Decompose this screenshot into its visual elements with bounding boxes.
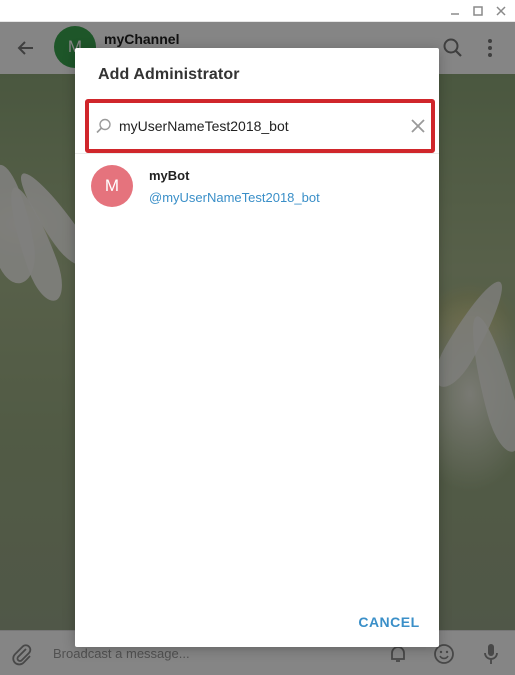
search-icon	[95, 117, 113, 135]
close-icon[interactable]	[490, 0, 512, 22]
result-username: @myUserNameTest2018_bot	[149, 190, 320, 205]
window-titlebar	[0, 0, 515, 22]
avatar: M	[91, 165, 133, 207]
cancel-button[interactable]: CANCEL	[354, 610, 424, 634]
result-name: myBot	[149, 168, 190, 183]
dialog-title: Add Administrator	[98, 66, 240, 83]
add-administrator-dialog: Add Administrator M myBot @myUserNameTes…	[75, 48, 439, 647]
maximize-icon[interactable]	[467, 0, 489, 22]
search-result-item[interactable]: M myBot @myUserNameTest2018_bot	[75, 160, 439, 216]
search-input[interactable]	[119, 113, 397, 139]
clear-icon[interactable]	[409, 117, 427, 135]
divider	[75, 153, 439, 154]
search-field-highlight	[85, 99, 435, 153]
minimize-icon[interactable]	[444, 0, 466, 22]
